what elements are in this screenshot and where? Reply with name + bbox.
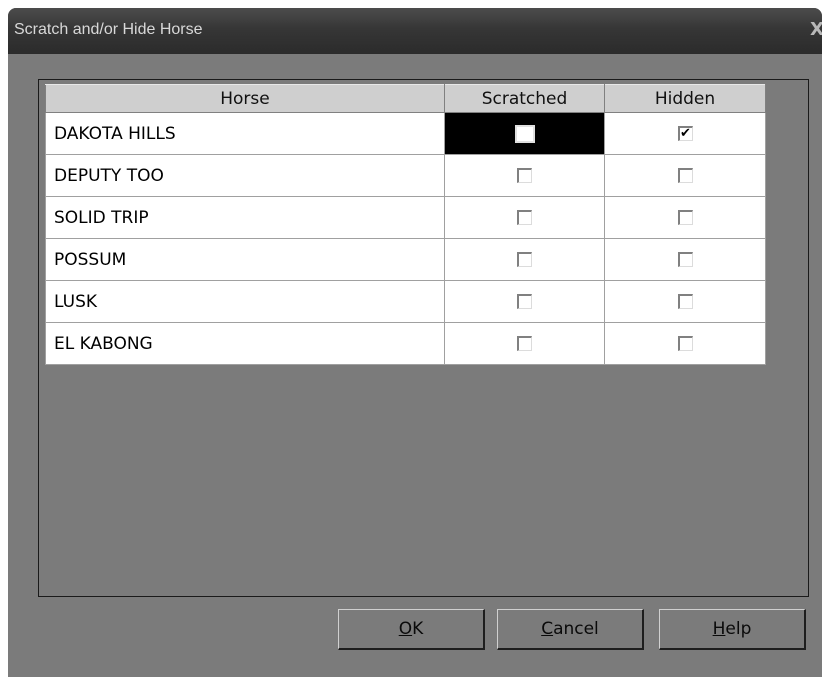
scratched-cell (444, 322, 605, 365)
cancel-button[interactable]: Cancel (497, 609, 644, 650)
horse-grid: Horse Scratched Hidden DAKOTA HILLS ✔ DEPU… (45, 84, 766, 365)
cancel-label-rest: ancel (553, 619, 599, 639)
ok-label-rest: K (412, 619, 424, 639)
column-header-hidden[interactable]: Hidden (604, 84, 766, 113)
ok-button[interactable]: OK (338, 609, 485, 650)
horse-name-cell[interactable]: DAKOTA HILLS (45, 112, 445, 155)
help-accel: H (712, 619, 726, 639)
hidden-cell (604, 196, 766, 239)
help-label-rest: elp (725, 619, 752, 639)
table-row: DEPUTY TOO (45, 154, 766, 197)
horse-name-cell[interactable]: POSSUM (45, 238, 445, 281)
hidden-checkbox-checked[interactable]: ✔ (677, 126, 693, 141)
column-header-scratched[interactable]: Scratched (444, 84, 605, 113)
hidden-cell (604, 280, 766, 323)
help-button[interactable]: Help (659, 609, 806, 650)
grid-header-row: Horse Scratched Hidden (45, 84, 766, 113)
scratched-checkbox[interactable] (517, 168, 532, 183)
table-row: LUSK (45, 280, 766, 323)
scratched-checkbox[interactable] (517, 336, 532, 351)
column-header-horse[interactable]: Horse (45, 84, 445, 113)
table-row: SOLID TRIP (45, 196, 766, 239)
table-row: DAKOTA HILLS ✔ (45, 112, 766, 155)
hidden-cell (604, 322, 766, 365)
scratched-cell (444, 238, 605, 281)
ok-accel: O (398, 619, 413, 639)
scratch-hide-dialog: Scratch and/or Hide Horse X Horse Scratc… (8, 8, 822, 677)
horse-name-cell[interactable]: DEPUTY TOO (45, 154, 445, 197)
scratched-cell (444, 112, 605, 155)
table-row: EL KABONG (45, 322, 766, 365)
scratched-checkbox[interactable] (517, 210, 532, 225)
hidden-checkbox[interactable] (677, 336, 693, 351)
hidden-checkbox[interactable] (677, 168, 693, 183)
table-row: POSSUM (45, 238, 766, 281)
hidden-cell: ✔ (604, 112, 766, 155)
hidden-checkbox[interactable] (677, 294, 693, 309)
hidden-checkbox[interactable] (677, 210, 693, 225)
cancel-accel: C (541, 619, 554, 639)
scratched-cell (444, 154, 605, 197)
horse-name-cell[interactable]: LUSK (45, 280, 445, 323)
title-bar[interactable]: Scratch and/or Hide Horse X (8, 8, 822, 54)
scratched-checkbox[interactable] (514, 124, 535, 143)
scratched-cell (444, 280, 605, 323)
scratched-checkbox[interactable] (517, 252, 532, 267)
horse-name-cell[interactable]: EL KABONG (45, 322, 445, 365)
window-title: Scratch and/or Hide Horse (14, 21, 203, 38)
close-icon[interactable]: X (810, 20, 822, 40)
horse-name-cell[interactable]: SOLID TRIP (45, 196, 445, 239)
scratched-checkbox[interactable] (517, 294, 532, 309)
scratched-cell (444, 196, 605, 239)
hidden-checkbox[interactable] (677, 252, 693, 267)
hidden-cell (604, 238, 766, 281)
hidden-cell (604, 154, 766, 197)
